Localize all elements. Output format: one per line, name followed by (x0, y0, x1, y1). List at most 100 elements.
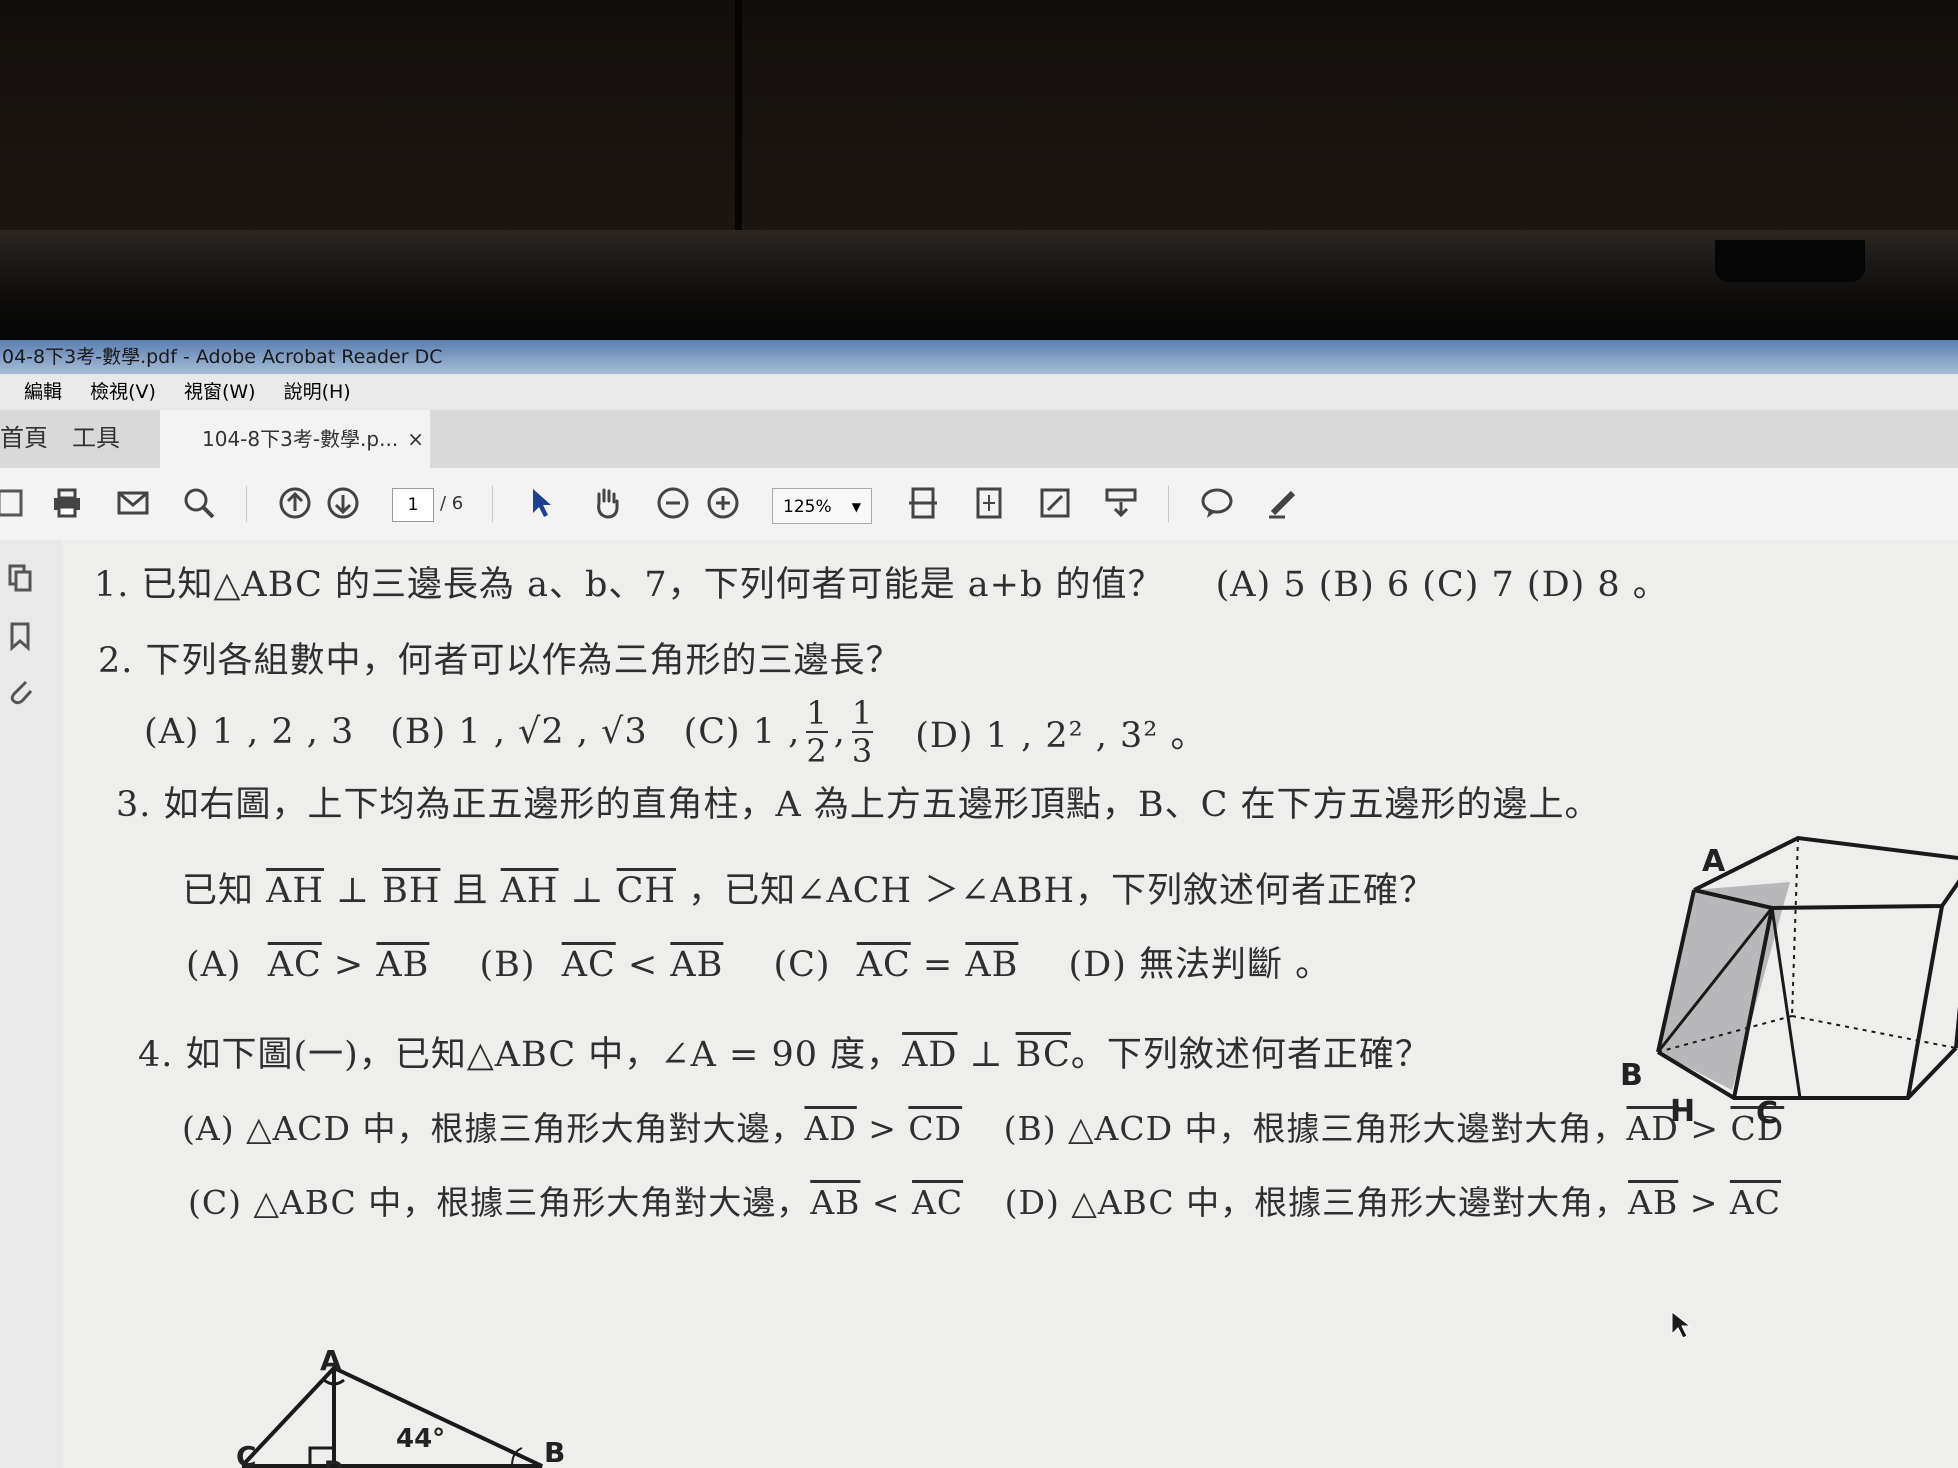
fraction-numerator: 1 (851, 694, 874, 733)
triangle-label-a: A (320, 1344, 342, 1377)
bookmark-icon[interactable] (4, 620, 36, 652)
menu-bar: 編輯 檢視(V) 視窗(W) 說明(H) (0, 374, 1958, 410)
segment-bh: BH (382, 871, 441, 911)
prism-label-c: C (1756, 1096, 1779, 1131)
page-up-icon[interactable] (276, 484, 314, 522)
comment-icon[interactable] (1198, 484, 1236, 522)
segment-ac: AC (912, 1183, 964, 1222)
tab-home[interactable]: 首頁 (0, 418, 48, 453)
webcam-housing (1715, 240, 1865, 282)
option-a-label: (A) (186, 945, 242, 985)
segment-ab: AB (810, 1183, 861, 1222)
operator: < (615, 945, 671, 985)
question-1-options: (A) 5 (B) 6 (C) 7 (D) 8 。 (1215, 565, 1669, 605)
question-2-text: 2. 下列各組數中，何者可以作為三角形的三邊長？ (98, 641, 902, 681)
fraction-denominator: 3 (851, 732, 874, 770)
zoom-select[interactable]: 125% ▼ (772, 488, 872, 524)
menu-item-help[interactable]: 說明(H) (284, 374, 351, 410)
window-titlebar: 04-8下3考-數學.pdf - Adobe Acrobat Reader DC (0, 340, 1958, 374)
prism-label-h: H (1670, 1094, 1696, 1129)
toolbar-separator (492, 486, 493, 522)
question-2: 2. 下列各組數中，何者可以作為三角形的三邊長？ (98, 632, 902, 683)
option-d-text: (D) △ABC 中，根據三角形大邊對大角， (1004, 1183, 1629, 1222)
tab-document-label: 104-8下3考-數學.p... (202, 427, 399, 451)
save-icon[interactable] (0, 484, 30, 522)
segment-cd: CD (908, 1109, 963, 1148)
menu-item-window[interactable]: 視窗(W) (184, 374, 256, 410)
fraction-one-third: 1 3 (851, 694, 874, 770)
option-b-text: (B) △ACD 中，根據三角形大邊對大角， (1003, 1109, 1627, 1148)
and-word: 且 (440, 871, 501, 911)
fraction-numerator: 1 (806, 694, 828, 733)
menu-item-view[interactable]: 檢視(V) (90, 374, 156, 410)
question-2-option-c: (C) 1 , (683, 712, 801, 752)
question-3: 3. 如右圖，上下均為正五邊形的直角柱，A 為上方五邊形頂點，B、C 在下方五邊… (116, 776, 1601, 827)
highlight-pen-icon[interactable] (1264, 484, 1302, 522)
question-4-suffix: 。下列敘述何者正確？ (1070, 1035, 1431, 1075)
print-icon[interactable] (48, 484, 86, 522)
question-2-option-b: (B) 1 , √2 , √3 (390, 712, 648, 752)
question-2-options: (A) 1 , 2 , 3 (B) 1 , √2 , √3 (C) 1 , 1 … (144, 692, 1206, 772)
fit-page-icon[interactable] (970, 484, 1008, 522)
select-arrow-icon[interactable] (522, 484, 560, 522)
segment-ab: AB (376, 945, 430, 985)
segment-ab: AB (670, 945, 724, 985)
triangle-label-c: C (236, 1440, 257, 1468)
triangle-angle-label: 44° (396, 1424, 446, 1454)
hand-icon[interactable] (588, 484, 626, 522)
option-b-label: (B) (479, 945, 536, 985)
question-2-option-d: (D) 1 , 2² , 3² 。 (915, 715, 1207, 756)
background-cable (735, 0, 742, 230)
perp-symbol: ⊥ (957, 1035, 1016, 1075)
question-3-options: (A) AC > AB (B) AC < AB (C) AC = AB (D) … (186, 936, 1331, 987)
segment-ah: AH (266, 871, 324, 911)
mouse-cursor-icon (1671, 1310, 1692, 1339)
scroll-mode-icon[interactable] (1102, 484, 1140, 522)
operator: < (860, 1183, 913, 1222)
fraction-one-half: 1 2 (806, 694, 828, 769)
segment-ch: CH (616, 871, 676, 911)
triangle-label-b: B (544, 1436, 566, 1468)
chevron-down-icon: ▼ (851, 500, 861, 514)
operator: > (856, 1109, 909, 1148)
question-4-prefix: 4. 如下圖(一)，已知△ABC 中，∠A = 90 度， (138, 1035, 903, 1075)
option-c-text: (C) △ABC 中，根據三角形大角對大邊， (188, 1183, 811, 1222)
fullscreen-icon[interactable] (1036, 484, 1074, 522)
zoom-out-icon[interactable] (654, 484, 692, 522)
comma: , (833, 712, 846, 752)
triangle-label-d: D (324, 1456, 344, 1468)
attachment-icon[interactable] (4, 674, 36, 706)
menu-item-edit[interactable]: 編輯 (24, 374, 62, 410)
tab-document[interactable]: 104-8下3考-數學.p... × (160, 410, 430, 468)
question-3-text: 3. 如右圖，上下均為正五邊形的直角柱，A 為上方五邊形頂點，B、C 在下方五邊… (116, 785, 1601, 825)
pages-panel-icon[interactable] (4, 562, 36, 594)
tab-tools[interactable]: 工具 (72, 418, 120, 453)
segment-ac: AC (561, 945, 616, 985)
question-4: 4. 如下圖(一)，已知△ABC 中，∠A = 90 度，AD ⊥ BC。下列敘… (138, 1026, 1431, 1077)
segment-ac: AC (856, 945, 911, 985)
perp-symbol: ⊥ (323, 871, 383, 911)
question-1: 1. 已知△ABC 的三邊長為 a、b、7，下列何者可能是 a+b 的值？ (A… (94, 556, 1669, 607)
tab-close-button[interactable]: × (407, 410, 424, 468)
toolbar: 1 / 6 125% ▼ (0, 468, 1958, 541)
email-icon[interactable] (114, 484, 152, 522)
toolbar-separator (1168, 486, 1169, 522)
segment-ac: AC (267, 945, 322, 985)
question-3-given: 已知 AH ⊥ BH 且 AH ⊥ CH ，已知∠ACH ＞∠ABH，下列敘述何… (182, 862, 1435, 913)
prism-label-a: A (1702, 844, 1726, 879)
given-suffix: ，已知∠ACH ＞∠ABH，下列敘述何者正確？ (688, 871, 1435, 911)
search-icon[interactable] (180, 484, 218, 522)
operator: = (910, 945, 966, 985)
question-4-options-row-1: (A) △ACD 中，根據三角形大角對大邊，AD > CD (B) △ACD 中… (182, 1102, 1784, 1150)
toolbar-separator (246, 486, 247, 522)
zoom-in-icon[interactable] (704, 484, 742, 522)
given-prefix: 已知 (182, 871, 255, 911)
fit-width-icon[interactable] (904, 484, 942, 522)
left-navigation-rail (0, 540, 63, 1468)
page-number-input[interactable]: 1 (392, 488, 434, 522)
tab-bar: 首頁 工具 104-8下3考-數學.p... × (0, 410, 1958, 469)
question-2-option-a: (A) 1 , 2 , 3 (144, 712, 355, 752)
page-down-icon[interactable] (324, 484, 362, 522)
window-title: 04-8下3考-數學.pdf - Adobe Acrobat Reader DC (2, 346, 443, 368)
segment-bc: BC (1015, 1035, 1071, 1075)
